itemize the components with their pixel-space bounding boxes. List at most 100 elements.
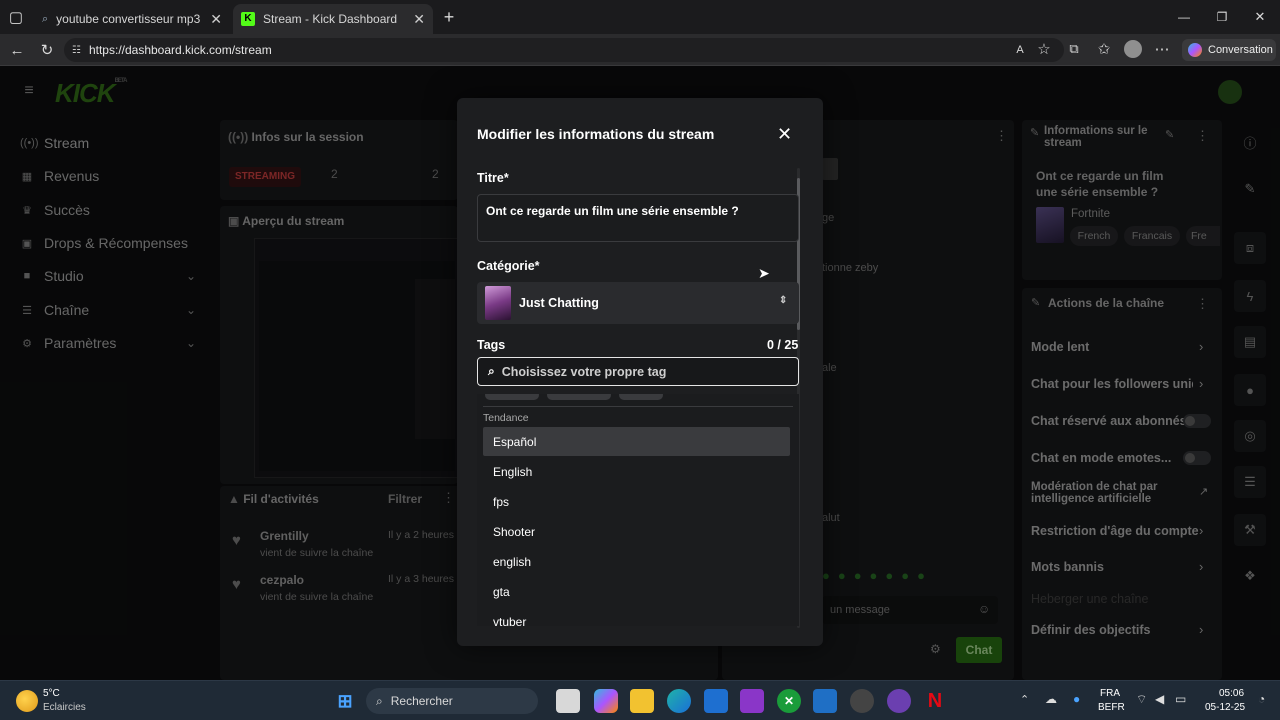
close-window-icon[interactable]: ✕: [1250, 8, 1270, 26]
hamburger-menu-icon[interactable]: ≡: [20, 82, 38, 100]
store-icon[interactable]: [704, 689, 728, 713]
url-field[interactable]: ☷ https://dashboard.kick.com/stream: [64, 38, 1064, 62]
outlook-icon[interactable]: [813, 689, 837, 713]
windows-start-icon[interactable]: ⊞: [333, 689, 357, 713]
notifications-icon[interactable]: ◔: [1258, 692, 1265, 706]
favorite-star-icon[interactable]: ☆: [1036, 41, 1052, 58]
chevron-down-icon[interactable]: ⌄: [186, 269, 196, 283]
dropdown-option[interactable]: vtuber: [483, 607, 790, 627]
chat-bubble-icon[interactable]: ●: [1234, 374, 1266, 406]
language-line2[interactable]: BEFR: [1098, 702, 1125, 713]
more-options-icon[interactable]: ⋮: [1196, 128, 1209, 144]
microphone-icon[interactable]: ●: [1073, 692, 1080, 706]
read-aloud-icon[interactable]: A: [1012, 42, 1028, 58]
sidebar-item-studio[interactable]: ■ Studio: [20, 268, 84, 284]
action-banned-words[interactable]: Mots bannis: [1031, 560, 1104, 574]
stream-title-field[interactable]: Ont ce regarde un film une série ensembl…: [477, 194, 799, 242]
action-age-restriction[interactable]: Restriction d'âge du compte: [1031, 524, 1199, 538]
dropdown-option[interactable]: fps: [483, 487, 790, 516]
sidebar-item-parametres[interactable]: ⚙ Paramètres: [20, 335, 116, 351]
chevron-down-icon[interactable]: ⌄: [186, 303, 196, 317]
app-icon[interactable]: [740, 689, 764, 713]
taskbar-search[interactable]: ⌕ Rechercher: [366, 688, 538, 714]
chevron-right-icon[interactable]: ›: [1199, 622, 1203, 637]
chevron-right-icon[interactable]: ›: [1199, 559, 1203, 574]
weather-icon[interactable]: [16, 690, 38, 712]
info-icon[interactable]: ⓘ: [1234, 126, 1266, 158]
battery-icon[interactable]: ▭: [1175, 692, 1186, 706]
volume-icon[interactable]: ◀: [1155, 692, 1164, 706]
category-select[interactable]: Just Chatting ⇕: [477, 282, 799, 324]
app-icon[interactable]: [887, 689, 911, 713]
file-explorer-icon[interactable]: [630, 689, 654, 713]
external-link-icon[interactable]: ↗: [1199, 485, 1208, 498]
obs-icon[interactable]: [850, 689, 874, 713]
sidebar-item-drops[interactable]: ▣ Drops & Récompenses: [20, 235, 188, 251]
chevron-up-icon[interactable]: ⌃: [1020, 693, 1029, 706]
server-icon[interactable]: ☰: [1234, 466, 1266, 498]
close-tab-icon[interactable]: ✕: [210, 11, 222, 28]
site-info-icon[interactable]: ☷: [72, 45, 81, 56]
user-avatar[interactable]: [1218, 80, 1242, 104]
close-icon[interactable]: ✕: [777, 124, 792, 145]
language-line1[interactable]: FRA: [1100, 688, 1120, 699]
maximize-icon[interactable]: ❐: [1212, 8, 1232, 26]
action-ai-moderation[interactable]: Modération de chat par intelligence arti…: [1031, 481, 1181, 505]
apps-icon[interactable]: ❖: [1234, 560, 1266, 592]
xbox-icon[interactable]: ✕: [777, 689, 801, 713]
filter-button[interactable]: Filtrer: [388, 492, 422, 506]
minimize-icon[interactable]: —: [1174, 8, 1194, 26]
subscribers-only-toggle[interactable]: [1183, 414, 1211, 428]
chevron-down-icon[interactable]: ⌄: [186, 336, 196, 350]
task-view-icon[interactable]: [556, 689, 580, 713]
chat-input[interactable]: un message ☺: [822, 596, 998, 624]
netflix-icon[interactable]: N: [923, 689, 947, 713]
dropdown-option[interactable]: Español: [483, 427, 790, 456]
layout-icon[interactable]: ⧈: [1234, 232, 1266, 264]
edit-icon[interactable]: ✎: [1165, 128, 1174, 141]
tab-youtube[interactable]: ⌕ youtube convertisseur mp3 - Rech ✕: [34, 4, 230, 34]
copilot-conversation-button[interactable]: Conversation: [1182, 39, 1276, 61]
chat-send-button[interactable]: Chat: [956, 637, 1002, 663]
dropdown-option[interactable]: English: [483, 457, 790, 486]
action-emotes-mode[interactable]: Chat en mode emotes...: [1031, 451, 1171, 465]
emote-row[interactable]: ●●●●●●●: [822, 568, 933, 583]
sidebar-item-chaine[interactable]: ☰ Chaîne: [20, 302, 89, 318]
more-options-icon[interactable]: ⋮: [995, 128, 1008, 144]
dropdown-option[interactable]: english: [483, 547, 790, 576]
weather-temp[interactable]: 5°C: [43, 688, 60, 699]
dropdown-option[interactable]: Shooter: [483, 517, 790, 546]
activity-user[interactable]: Grentilly: [260, 529, 309, 543]
activity-user[interactable]: cezpalo: [260, 573, 304, 587]
dropdown-option[interactable]: gta: [483, 577, 790, 606]
clock-time[interactable]: 05:06: [1219, 688, 1244, 699]
emoji-icon[interactable]: ☺: [978, 602, 990, 616]
tab-kick-dashboard[interactable]: K Stream - Kick Dashboard ✕: [233, 4, 433, 34]
chevron-right-icon[interactable]: ›: [1199, 339, 1203, 354]
tab-actions-icon[interactable]: ▢: [8, 9, 24, 26]
more-options-icon[interactable]: ⋮: [1196, 296, 1209, 312]
more-menu-icon[interactable]: ⋯: [1154, 41, 1170, 58]
kick-logo[interactable]: KICKBETA: [55, 78, 127, 109]
chevron-right-icon[interactable]: ›: [1199, 523, 1203, 538]
action-set-goals[interactable]: Définir des objectifs: [1031, 623, 1150, 637]
profile-avatar[interactable]: [1124, 40, 1142, 58]
reload-icon[interactable]: ↻: [38, 41, 56, 59]
copilot-icon[interactable]: [594, 689, 618, 713]
clock-date[interactable]: 05-12-25: [1205, 702, 1245, 713]
wrench-icon[interactable]: ⚒: [1234, 514, 1266, 546]
close-tab-icon[interactable]: ✕: [413, 11, 425, 28]
edge-icon[interactable]: [667, 689, 691, 713]
tag-chip[interactable]: [547, 394, 611, 400]
tag-chip[interactable]: [485, 394, 539, 400]
more-options-icon[interactable]: ⋮: [442, 490, 455, 506]
sidebar-item-stream[interactable]: ((•)) Stream: [20, 135, 89, 151]
tag-chip[interactable]: [619, 394, 663, 400]
sidebar-item-revenus[interactable]: ▦ Revenus: [20, 168, 99, 184]
sidebar-item-succes[interactable]: ♛ Succès: [20, 202, 90, 218]
flash-icon[interactable]: ϟ: [1234, 280, 1266, 312]
favorites-icon[interactable]: ✩: [1096, 41, 1112, 58]
wifi-icon[interactable]: ⌔: [1136, 692, 1147, 707]
chat-settings-icon[interactable]: ⚙: [930, 642, 941, 656]
weather-desc[interactable]: Eclaircies: [43, 702, 86, 713]
